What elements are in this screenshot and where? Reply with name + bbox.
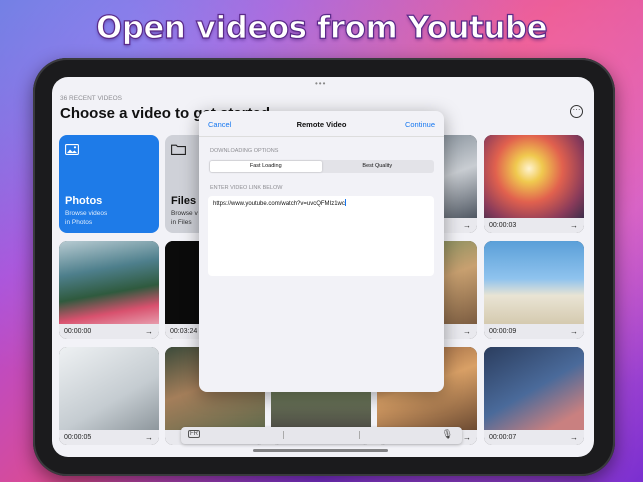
photos-source-tile[interactable]: Photos Browse videos in Photos: [59, 135, 159, 233]
divider: [283, 431, 284, 439]
video-duration: 00:00:09: [489, 328, 517, 335]
arrow-right-icon: →: [570, 433, 578, 442]
video-thumbnail: [59, 241, 159, 325]
download-quality-segmented-control: Fast Loading Best Quality: [209, 160, 434, 173]
source-title: Photos: [65, 195, 103, 207]
fast-loading-option[interactable]: Fast Loading: [210, 161, 322, 172]
video-tile[interactable]: 00:00:05 →: [59, 347, 159, 445]
video-thumbnail: [59, 347, 159, 431]
video-duration: 00:03:24: [170, 328, 198, 335]
video-tile[interactable]: 00:00:07 →: [484, 347, 584, 445]
continue-button[interactable]: Continue: [405, 120, 435, 129]
video-duration: 00:00:05: [64, 434, 92, 441]
video-tile[interactable]: 00:00:09 →: [484, 241, 584, 339]
arrow-right-icon: →: [463, 327, 471, 336]
arrow-right-icon: →: [463, 433, 471, 442]
link-value: https://www.youtube.com/watch?v=uvcQFMIz…: [213, 201, 345, 207]
keyboard-language-icon[interactable]: FR: [188, 430, 200, 438]
video-info-bar: 00:00:03 →: [484, 218, 584, 233]
arrow-right-icon: →: [145, 433, 153, 442]
arrow-right-icon: →: [145, 327, 153, 336]
video-tile[interactable]: 00:00:00 →: [59, 241, 159, 339]
promo-headline: Open videos from Youtube: [95, 9, 548, 46]
keyboard-shortcut-bar: FR 🎙: [181, 427, 462, 444]
video-thumbnail: [484, 241, 584, 325]
arrow-right-icon: →: [570, 327, 578, 336]
microphone-icon[interactable]: 🎙: [442, 429, 453, 440]
source-subtitle-line: Browse v: [171, 210, 198, 217]
multitasking-dots[interactable]: •••: [315, 79, 326, 88]
remote-video-modal: Cancel Remote Video Continue DOWNLOADING…: [199, 111, 444, 392]
video-info-bar: 00:00:07 →: [484, 430, 584, 445]
video-info-bar: 00:00:05 →: [59, 430, 159, 445]
arrow-right-icon: →: [463, 221, 471, 230]
video-info-bar: 00:00:00 →: [59, 324, 159, 339]
video-link-label: ENTER VIDEO LINK BELOW: [210, 185, 283, 191]
text-caret: [344, 199, 346, 206]
downloading-options-label: DOWNLOADING OPTIONS: [210, 148, 279, 154]
video-tile[interactable]: 00:00:03 →: [484, 135, 584, 233]
video-thumbnail: [484, 347, 584, 431]
divider: [359, 431, 360, 439]
source-title: Files: [171, 195, 197, 207]
video-link-input[interactable]: https://www.youtube.com/watch?v=uvcQFMIz…: [208, 196, 434, 276]
source-subtitle: Browse v in Files: [171, 210, 198, 227]
video-thumbnail: [484, 135, 584, 219]
source-subtitle: Browse videos in Photos: [65, 210, 107, 227]
video-duration: 00:00:07: [489, 434, 517, 441]
recent-videos-caption: 36 RECENT VIDEOS: [60, 95, 123, 102]
video-info-bar: 00:00:09 →: [484, 324, 584, 339]
photo-icon: [65, 143, 153, 158]
best-quality-option[interactable]: Best Quality: [322, 161, 434, 172]
video-duration: 00:00:03: [489, 222, 517, 229]
video-duration: 00:00:00: [64, 328, 92, 335]
source-subtitle-line: in Files: [171, 218, 192, 226]
more-options-icon[interactable]: ···: [570, 105, 583, 118]
modal-header: Cancel Remote Video Continue: [199, 111, 444, 137]
source-subtitle-line: Browse videos: [65, 210, 108, 217]
home-indicator[interactable]: [253, 449, 388, 452]
source-subtitle-line: in Photos: [65, 218, 93, 226]
arrow-right-icon: →: [570, 221, 578, 230]
